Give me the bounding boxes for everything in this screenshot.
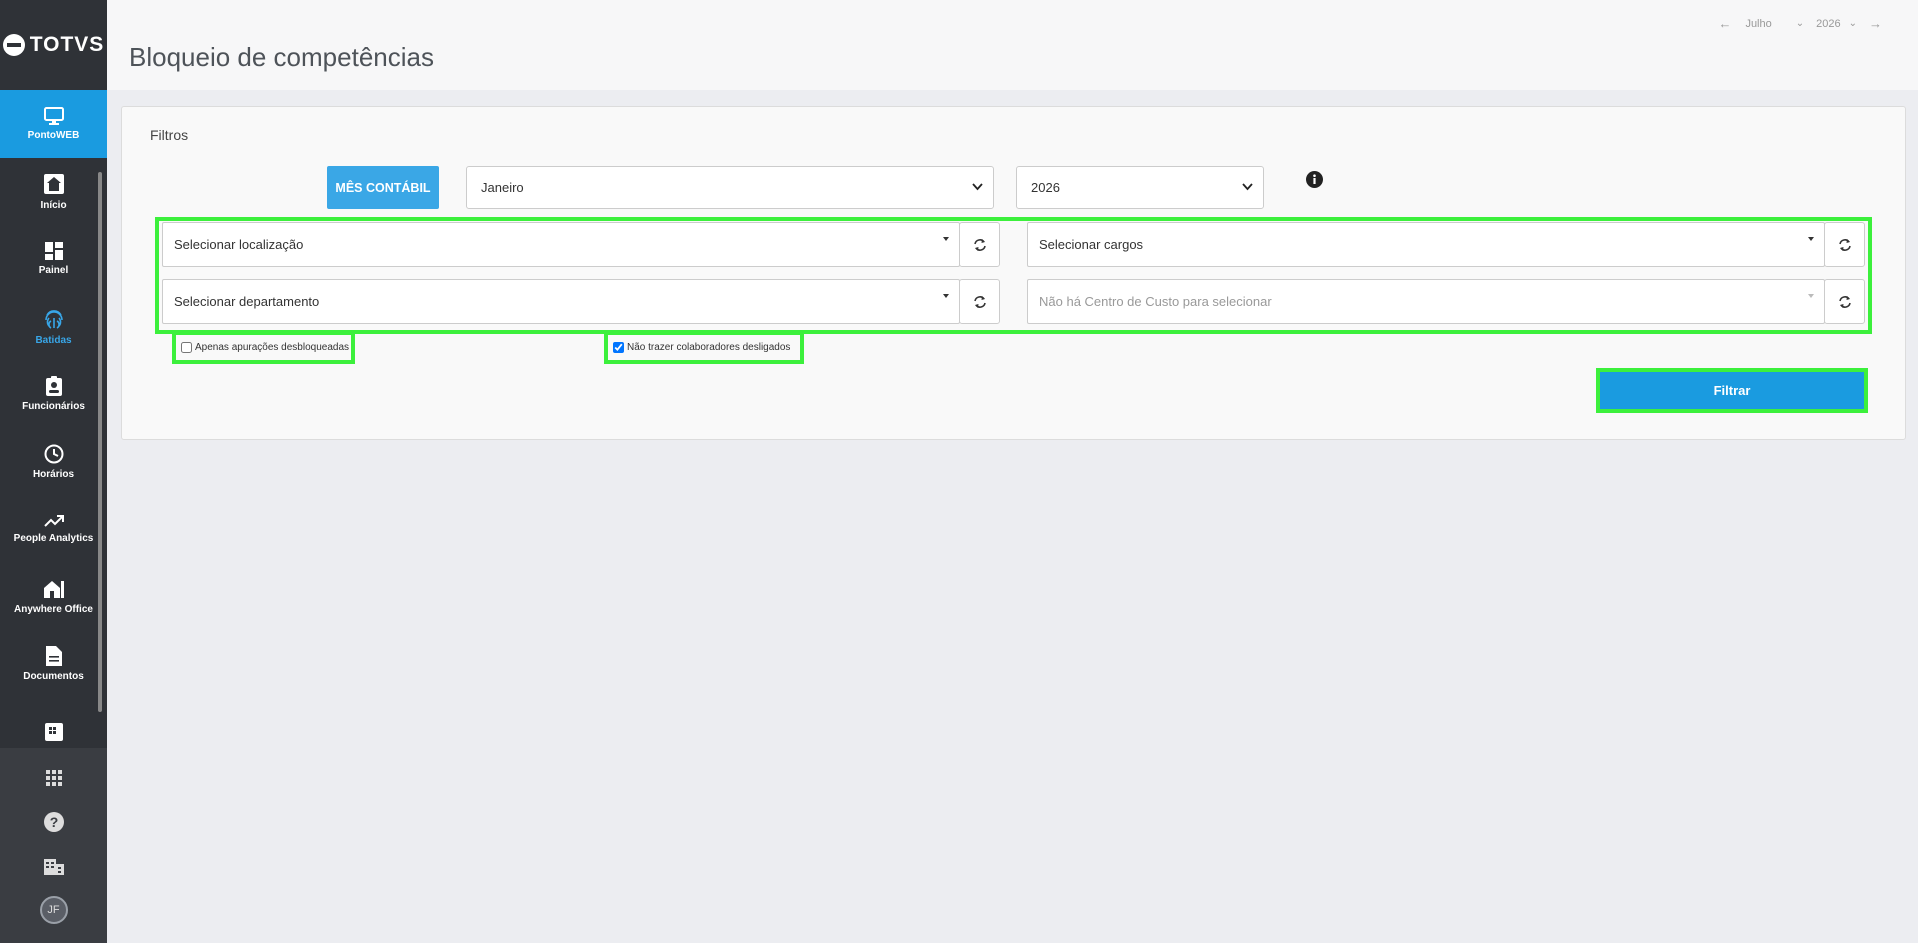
register-icon [44,722,63,741]
user-menu[interactable]: JF [0,888,107,932]
localizacao-select[interactable]: Selecionar localização [162,222,960,267]
caret-down-icon [943,294,949,298]
previous-period-icon[interactable]: ← [1718,16,1731,31]
nao-trazer-desligados-label: Não trazer colaboradores desligados [627,342,791,353]
sidebar: TOTVS PontoWEB Início Painel Batidas Fun… [0,0,107,943]
caret-down-icon [943,237,949,241]
localizacao-value: Selecionar localização [174,237,304,252]
sidebar-item-anywhere-office[interactable]: Anywhere Office [0,563,107,631]
apenas-desbloqueadas-checkbox[interactable] [181,342,192,353]
cargos-select[interactable]: Selecionar cargos [1027,222,1825,267]
badge-icon [45,376,62,397]
sidebar-item-batidas[interactable]: Batidas [0,293,107,361]
info-icon[interactable] [1306,171,1323,188]
year-value: 2026 [1816,17,1841,30]
cargos-refresh-button[interactable] [1824,222,1865,267]
sidebar-item-label: Funcionários [22,401,85,413]
sidebar-item-documentos[interactable]: Documentos [0,631,107,699]
localizacao-refresh-button[interactable] [959,222,1000,267]
sidebar-bottom: ? JF [0,748,107,943]
month-select-value: Janeiro [481,180,524,195]
avatar: JF [39,896,68,924]
departamento-refresh-button[interactable] [959,279,1000,324]
year-dropdown[interactable]: 2026 ⌄ [1816,18,1857,30]
svg-text:?: ? [49,814,58,830]
filter-button-highlight: Filtrar [1596,368,1868,413]
sidebar-item-label: Anywhere Office [14,603,93,615]
sidebar-item-people-analytics[interactable]: People Analytics [0,496,107,564]
totvs-logo-icon [2,34,25,56]
month-value: Julho [1745,17,1772,30]
next-period-icon[interactable]: → [1869,16,1882,31]
page-title: Bloqueio de competências [129,42,434,72]
home-icon [43,173,64,194]
year-select[interactable]: 2026 [1016,166,1264,209]
sidebar-nav: Início Painel Batidas Funcionários Horár… [0,158,107,748]
help-button[interactable]: ? [0,800,107,844]
chevron-down-icon [972,183,983,191]
company-button[interactable] [0,844,107,888]
refresh-icon [973,238,986,251]
sidebar-item-inicio[interactable]: Início [0,158,107,226]
building-icon [43,859,64,875]
help-icon: ? [43,812,64,832]
year-select-value: 2026 [1031,180,1060,195]
sidebar-item-painel[interactable]: Painel [0,226,107,294]
product-label: PontoWEB [27,130,80,141]
house-icon [43,580,64,598]
month-select[interactable]: Janeiro [466,166,994,209]
fingerprint-icon [44,309,63,329]
sidebar-item-more[interactable] [0,698,107,748]
apenas-desbloqueadas-label: Apenas apurações desbloqueadas [195,342,350,353]
apps-grid-icon [45,770,62,786]
sidebar-item-label: Batidas [35,334,72,346]
sidebar-item-horarios[interactable]: Horários [0,428,107,496]
clock-icon [44,444,63,464]
logo-text: TOTVS [29,33,105,56]
document-icon [45,646,62,667]
mes-contabil-button[interactable]: MÊS CONTÁBIL [327,166,439,209]
dashboard-icon [44,242,63,261]
refresh-icon [1838,295,1851,308]
sidebar-scrollbar[interactable] [98,172,102,712]
departamento-select[interactable]: Selecionar departamento [162,279,960,324]
caret-down-icon [1808,294,1814,298]
filters-title: Filtros [150,127,189,143]
chevron-down-icon [1242,183,1253,191]
totvs-logo[interactable]: TOTVS [0,0,107,90]
page-header: Bloqueio de competências ← Julho ⌄ 2026 … [107,0,1918,90]
refresh-icon [1838,238,1851,251]
filters-card: Filtros MÊS CONTÁBIL Janeiro 2026 Seleci… [121,106,1906,440]
caret-down-icon [1808,237,1814,241]
sidebar-item-label: Horários [32,468,75,480]
monitor-icon [43,107,64,125]
centro-custo-select[interactable]: Não há Centro de Custo para selecionar [1027,279,1825,324]
nao-trazer-desligados-option[interactable]: Não trazer colaboradores desligados [604,331,804,364]
centro-custo-value: Não há Centro de Custo para selecionar [1039,294,1272,309]
month-dropdown[interactable]: Julho ⌄ [1745,18,1804,30]
sidebar-item-label: Painel [38,265,69,277]
sidebar-item-label: People Analytics [13,533,94,545]
nao-trazer-desligados-checkbox[interactable] [613,342,624,353]
apenas-desbloqueadas-option[interactable]: Apenas apurações desbloqueadas [172,331,355,364]
period-selector: ← Julho ⌄ 2026 ⌄ → [1718,16,1882,31]
chevron-down-icon: ⌄ [1795,18,1805,29]
trending-up-icon [43,515,64,527]
apps-button[interactable] [0,756,107,800]
refresh-icon [973,295,986,308]
cargos-value: Selecionar cargos [1039,237,1144,252]
filtrar-button[interactable]: Filtrar [1600,372,1864,409]
centro-custo-refresh-button[interactable] [1824,279,1865,324]
sidebar-item-label: Documentos [23,671,84,683]
sidebar-item-funcionarios[interactable]: Funcionários [0,361,107,429]
departamento-value: Selecionar departamento [174,294,320,309]
chevron-down-icon: ⌄ [1848,18,1857,29]
product-item-pontoweb[interactable]: PontoWEB [0,90,107,158]
sidebar-item-label: Início [40,199,67,211]
